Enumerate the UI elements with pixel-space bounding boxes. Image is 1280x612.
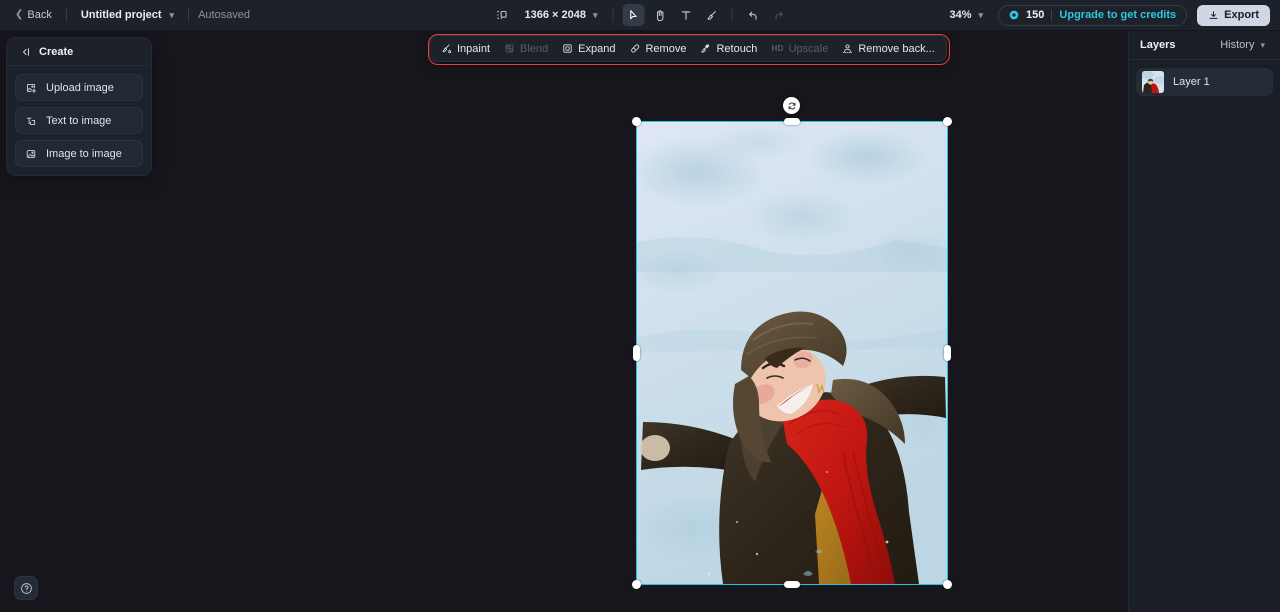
retouch-label: Retouch <box>716 42 758 55</box>
resize-handle-bottom-left[interactable] <box>631 579 641 589</box>
layer-row[interactable]: Layer 1 <box>1136 68 1273 96</box>
export-label: Export <box>1224 9 1259 21</box>
chevron-down-icon: ▾ <box>592 9 598 20</box>
divider <box>612 8 614 22</box>
resize-handle-right[interactable] <box>943 345 951 361</box>
artboard-image[interactable] <box>637 122 947 584</box>
zoom-level-label: 34% <box>949 9 972 21</box>
coin-icon <box>1009 10 1019 20</box>
resize-handle-top-right[interactable] <box>942 116 952 126</box>
text-to-image-button[interactable]: Text to image <box>15 107 143 134</box>
history-dropdown[interactable]: History ▾ <box>1216 37 1269 53</box>
layers-panel-header: Layers History ▾ <box>1129 31 1280 60</box>
remove-background-icon <box>842 43 853 54</box>
rotate-handle[interactable] <box>783 97 800 114</box>
back-button[interactable]: ❮ Back <box>10 6 57 24</box>
remove-background-label: Remove back... <box>858 42 935 55</box>
expand-label: Expand <box>578 42 616 55</box>
export-button[interactable]: Export <box>1197 4 1270 26</box>
eraser-icon <box>629 43 640 54</box>
image-to-image-icon <box>25 148 37 160</box>
credits-count: 150 <box>1026 9 1045 21</box>
project-name-label: Untitled project <box>80 9 162 21</box>
topbar-left-group: ❮ Back Untitled project ▾ Autosaved <box>0 6 250 24</box>
layer-name: Layer 1 <box>1173 76 1210 88</box>
divider <box>65 8 67 22</box>
remove-label: Remove <box>645 42 687 55</box>
resize-handle-bottom[interactable] <box>784 580 800 588</box>
upload-image-label: Upload image <box>46 81 114 94</box>
canvas-size-icon[interactable] <box>490 4 512 26</box>
chevron-down-icon: ▾ <box>1260 39 1265 50</box>
retouch-button[interactable]: Retouch <box>693 39 764 59</box>
history-group <box>742 4 790 26</box>
upscale-label: Upscale <box>788 42 829 55</box>
remove-button[interactable]: Remove <box>622 39 693 59</box>
edit-toolbar: Inpaint Blend Expand Remove Retouch HD U… <box>428 34 950 65</box>
blend-icon <box>504 43 515 54</box>
inpaint-label: Inpaint <box>457 42 491 55</box>
autosave-status: Autosaved <box>198 9 251 21</box>
divider <box>1051 9 1053 21</box>
resize-handle-top[interactable] <box>784 117 800 125</box>
topbar-right-group: 34% ▾ 150 Upgrade to get credits Export <box>944 4 1270 26</box>
brush-tool[interactable] <box>701 4 723 26</box>
help-button[interactable] <box>14 576 38 600</box>
expand-button[interactable]: Expand <box>555 39 622 59</box>
upload-image-button[interactable]: Upload image <box>15 74 143 101</box>
rotate-icon <box>788 102 795 109</box>
undo-button[interactable] <box>742 4 764 26</box>
project-name-dropdown[interactable]: Untitled project ▾ <box>76 6 179 24</box>
text-tool[interactable] <box>675 4 697 26</box>
image-upload-icon <box>25 82 37 94</box>
redo-button[interactable] <box>768 4 790 26</box>
layers-list: Layer 1 <box>1129 60 1280 104</box>
chevron-left-icon: ❮ <box>15 9 24 20</box>
divider <box>188 8 190 22</box>
create-panel-title: Create <box>39 45 74 58</box>
chevron-down-icon: ▾ <box>978 9 984 20</box>
upgrade-link[interactable]: Upgrade to get credits <box>1059 9 1176 21</box>
canvas-area[interactable] <box>152 31 1128 612</box>
remove-background-button[interactable]: Remove back... <box>835 39 941 59</box>
create-panel: Create Upload image Text to image Image … <box>6 37 152 176</box>
divider <box>731 8 733 22</box>
hd-badge: HD <box>771 44 784 53</box>
top-bar: ❮ Back Untitled project ▾ Autosaved 1366… <box>0 0 1280 31</box>
inpaint-icon <box>441 43 452 54</box>
inpaint-button[interactable]: Inpaint <box>434 39 497 59</box>
create-panel-body: Upload image Text to image Image to imag… <box>7 66 151 175</box>
text-to-image-label: Text to image <box>46 114 112 127</box>
chevron-down-icon: ▾ <box>169 9 175 20</box>
tool-group <box>622 4 723 26</box>
layers-panel-title: Layers <box>1140 39 1176 51</box>
help-circle-icon <box>20 582 32 594</box>
create-panel-header: Create <box>7 38 151 66</box>
resize-handle-bottom-right[interactable] <box>942 579 952 589</box>
history-label: History <box>1220 39 1255 51</box>
download-icon <box>1209 10 1218 19</box>
layer-thumbnail <box>1142 71 1164 93</box>
collapse-panel-icon[interactable] <box>19 46 31 58</box>
blend-label: Blend <box>520 42 549 55</box>
image-to-image-button[interactable]: Image to image <box>15 140 143 167</box>
back-label: Back <box>27 9 52 21</box>
layers-panel: Layers History ▾ Layer 1 <box>1128 31 1280 612</box>
zoom-dropdown[interactable]: 34% ▾ <box>944 6 988 24</box>
resize-handle-top-left[interactable] <box>631 116 641 126</box>
resize-handle-left[interactable] <box>632 345 640 361</box>
image-to-image-label: Image to image <box>46 147 122 160</box>
text-to-image-icon <box>25 115 37 127</box>
blend-button[interactable]: Blend <box>497 39 555 59</box>
snow-portrait-image <box>637 122 947 584</box>
canvas-size-label: 1366 × 2048 <box>524 9 586 21</box>
retouch-icon <box>700 43 711 54</box>
hand-tool[interactable] <box>649 4 671 26</box>
expand-icon <box>562 43 573 54</box>
credits-pill[interactable]: 150 Upgrade to get credits <box>998 4 1188 26</box>
canvas-size-dropdown[interactable]: 1366 × 2048 ▾ <box>518 6 603 24</box>
topbar-center-group: 1366 × 2048 ▾ <box>490 4 789 26</box>
upscale-button[interactable]: HD Upscale <box>764 39 835 59</box>
select-tool[interactable] <box>622 4 645 26</box>
